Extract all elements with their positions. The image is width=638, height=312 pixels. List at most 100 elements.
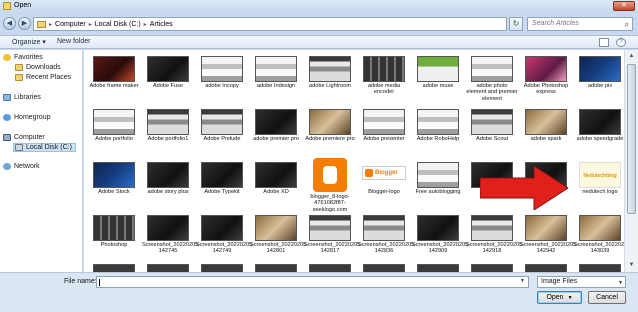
sidebar-item-homegroup[interactable]: Homegroup	[3, 114, 51, 121]
file-item[interactable]: adobe media encoder	[357, 52, 411, 105]
file-item[interactable]: adobe photo element and premier element	[465, 52, 519, 105]
file-name: adobe premier pro	[253, 136, 299, 142]
file-name: Adobe frame maker	[89, 83, 139, 89]
organize-menu-button[interactable]: Organize ▾	[12, 38, 46, 46]
view-options-icon[interactable]	[599, 38, 609, 47]
file-item[interactable]: Adobe Scout	[465, 105, 519, 158]
sidebar-item-downloads[interactable]: Downloads	[15, 64, 61, 71]
chevron-right-icon[interactable]: ▸	[144, 21, 147, 28]
search-icon[interactable]: ⌕	[625, 19, 629, 31]
new-folder-button[interactable]: New folder	[57, 38, 90, 45]
scroll-down-icon[interactable]: ▼	[627, 261, 636, 270]
file-item[interactable]: adobe pix	[573, 52, 624, 105]
file-thumbnail[interactable]	[579, 264, 621, 272]
chevron-right-icon[interactable]: ▸	[49, 21, 52, 28]
file-item[interactable]: Screenshot_20220205-142801	[249, 211, 308, 264]
open-button[interactable]: Open ▼	[537, 291, 582, 304]
file-type-select[interactable]: Image Files ▼	[537, 276, 626, 288]
file-item[interactable]: adobe Indesign	[249, 52, 303, 105]
search-input[interactable]: Search Articles ⌕	[527, 17, 633, 31]
file-item[interactable]: Screenshot_20220205-142817	[303, 211, 362, 264]
chevron-down-icon[interactable]: ▼	[568, 295, 573, 301]
file-list[interactable]: Adobe frame maker Adobe Fuse adobe Incopy a…	[84, 50, 624, 272]
scroll-up-icon[interactable]: ▲	[627, 52, 636, 61]
file-thumbnail	[471, 215, 513, 241]
scrollbar-thumb[interactable]	[627, 64, 636, 214]
computer-icon	[3, 134, 11, 141]
file-name-input[interactable]: ▼	[96, 276, 529, 288]
file-thumbnail[interactable]	[417, 264, 459, 272]
file-thumbnail	[255, 162, 297, 188]
close-button[interactable]: ✕	[613, 1, 635, 11]
file-thumbnail[interactable]	[309, 264, 351, 272]
breadcrumb-computer[interactable]: Computer	[55, 21, 86, 28]
file-item[interactable]: adobe Incopy	[195, 52, 249, 105]
address-bar[interactable]: ▸ Computer ▸ Local Disk (C:) ▸ Articles	[33, 17, 507, 31]
file-thumbnail[interactable]	[255, 264, 297, 272]
file-item[interactable]: Adobe Prelude	[195, 105, 249, 158]
file-thumbnail	[313, 158, 347, 192]
file-item[interactable]: Adobe premiere pro	[303, 105, 357, 158]
breadcrumb-local-disk[interactable]: Local Disk (C:)	[95, 21, 141, 28]
file-item[interactable]: blogger_8-logo-4761082f87-seeklogo.com	[303, 158, 357, 213]
sidebar-item-libraries[interactable]: Libraries	[3, 94, 41, 101]
file-thumbnail[interactable]	[147, 264, 189, 272]
file-item[interactable]: Photoshop	[87, 211, 141, 264]
file-item[interactable]: adobe story plus	[141, 158, 195, 211]
file-thumbnail	[201, 215, 243, 241]
file-item[interactable]: Screenshot_20220205-142942	[519, 211, 579, 264]
file-item[interactable]: Adobe RoboHelp	[411, 105, 465, 158]
file-item[interactable]: Screenshot_20220205-142909	[411, 211, 470, 264]
file-thumbnail[interactable]	[471, 264, 513, 272]
file-item[interactable]: Adobe Typekit	[195, 158, 249, 211]
file-item[interactable]: Free autoblogging	[411, 158, 465, 211]
cancel-button[interactable]: Cancel	[588, 291, 626, 304]
file-item[interactable]: Adobe portfolio1	[141, 105, 195, 158]
file-name: Photoshop	[100, 242, 128, 248]
file-item[interactable]: Adobe Fuse	[141, 52, 195, 105]
file-item[interactable]: adobe spark	[519, 105, 573, 158]
file-thumbnail[interactable]	[93, 264, 135, 272]
vertical-scrollbar[interactable]: ▲ ▼	[624, 50, 638, 272]
file-item[interactable]: Adobe Stock	[87, 158, 141, 211]
file-item[interactable]: Adobe XD	[249, 158, 303, 211]
file-item[interactable]: adobe premier pro	[249, 105, 303, 158]
file-item[interactable]: adobe speedgrade	[573, 105, 624, 158]
file-thumbnail[interactable]	[363, 264, 405, 272]
file-item[interactable]: Screenshot_20220205-142749	[195, 211, 254, 264]
sidebar-item-recent-places[interactable]: Recent Places	[15, 74, 71, 81]
file-item[interactable]: Adobe frame maker	[87, 52, 141, 105]
sidebar-item-network[interactable]: Network	[3, 163, 40, 170]
file-thumbnail[interactable]	[201, 264, 243, 272]
chevron-down-icon[interactable]: ▼	[518, 278, 527, 286]
sidebar-item-local-disk[interactable]: Local Disk (C:)	[13, 143, 76, 152]
back-button[interactable]: ◀	[3, 17, 16, 30]
refresh-button[interactable]: ↻	[509, 17, 523, 31]
file-item[interactable]: Screenshot_20220205-142836	[357, 211, 416, 264]
file-name: Screenshot_20220205-142942	[520, 242, 579, 255]
file-item[interactable]: Screenshot_20220205-143039	[573, 211, 624, 264]
file-item[interactable]: Adobe portfolio	[87, 105, 141, 158]
file-name: adobe muse	[422, 83, 454, 89]
breadcrumb-articles[interactable]: Articles	[150, 21, 173, 28]
file-thumbnail[interactable]	[525, 264, 567, 272]
navigation-pane: Favorites Downloads Recent Places Librar…	[0, 50, 83, 272]
file-item[interactable]: Adobe presenter	[357, 105, 411, 158]
file-item[interactable]: Nedutechblog nedutech logo	[573, 158, 624, 211]
file-thumbnail	[525, 109, 567, 135]
forward-button[interactable]: ▶	[18, 17, 31, 30]
file-item[interactable]: Blogger Blogger-logo	[357, 158, 411, 211]
sidebar-item-computer[interactable]: Computer	[3, 134, 45, 141]
file-thumbnail	[417, 109, 459, 135]
file-thumbnail	[471, 56, 513, 82]
file-item[interactable]: Adobe Photoshop express	[519, 52, 573, 105]
chevron-right-icon[interactable]: ▸	[89, 21, 92, 28]
file-item[interactable]: Screenshot_20220205-142745	[141, 211, 200, 264]
file-item[interactable]: adobe muse	[411, 52, 465, 105]
sidebar-item-favorites[interactable]: Favorites	[3, 54, 43, 61]
file-thumbnail	[147, 56, 189, 82]
help-icon[interactable]: ?	[616, 38, 626, 47]
file-item[interactable]: Screenshot_20220205-142918	[465, 211, 524, 264]
file-item[interactable]: adobe Lightroom	[303, 52, 357, 105]
file-thumbnail	[201, 56, 243, 82]
